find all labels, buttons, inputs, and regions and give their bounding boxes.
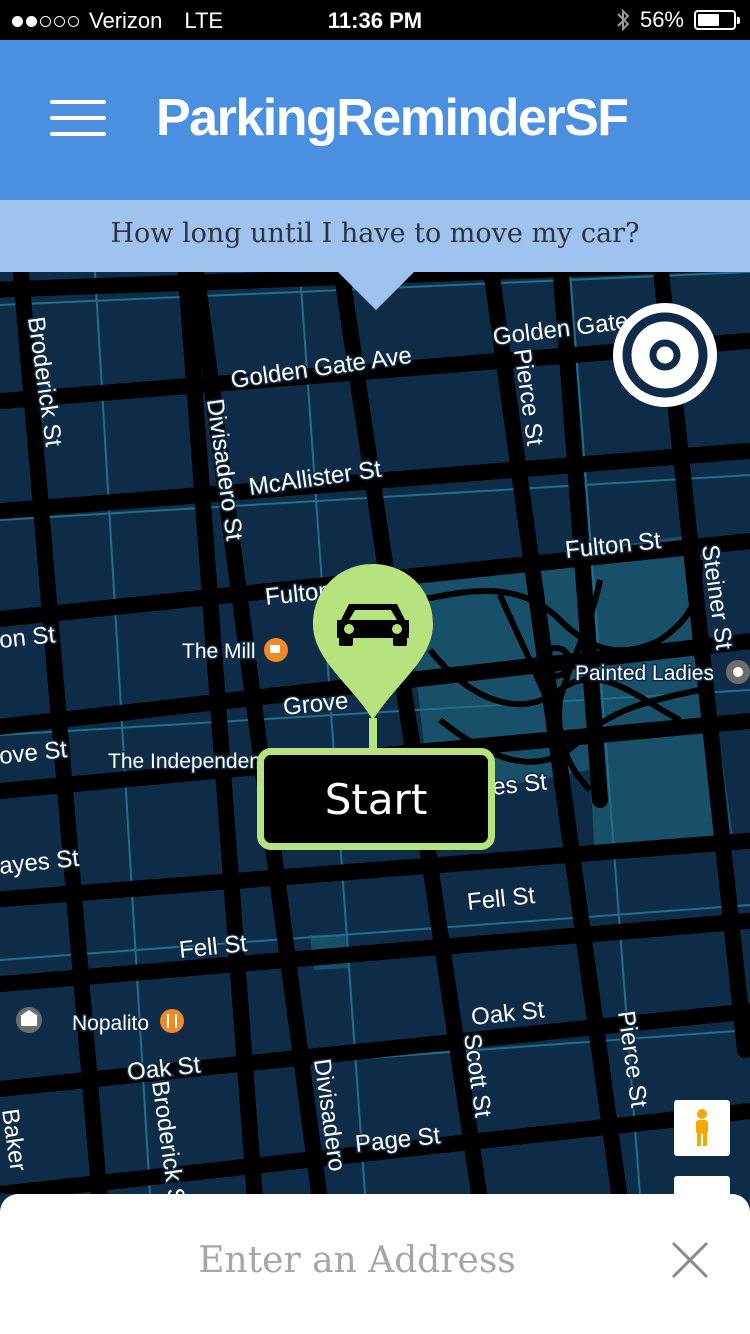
question-text: How long until I have to move my car?: [110, 218, 640, 249]
place-label: Nopalito: [72, 1012, 149, 1035]
start-button[interactable]: Start: [257, 748, 495, 850]
place-label: The Mill: [182, 640, 256, 663]
hamburger-menu-icon[interactable]: [50, 100, 106, 136]
battery-icon: [694, 10, 740, 30]
place-label: Painted Ladies: [575, 662, 714, 685]
app-title: ParkingReminderSF: [156, 89, 629, 147]
camera-icon[interactable]: [726, 660, 750, 684]
address-input[interactable]: [40, 1224, 674, 1296]
place-label: The Independen: [108, 750, 261, 773]
address-bar: [0, 1194, 750, 1334]
car-location-pin[interactable]: [311, 562, 435, 748]
street-label: es St: [491, 768, 549, 801]
target-icon[interactable]: [612, 302, 718, 408]
pegman-icon[interactable]: [674, 1100, 730, 1156]
status-bar: Verizon LTE 11:36 PM 56%: [0, 0, 750, 40]
museum-icon[interactable]: [16, 1007, 42, 1033]
battery-percent: 56%: [639, 7, 684, 32]
app-header: ParkingReminderSF: [0, 40, 750, 200]
restaurant-icon[interactable]: [160, 1009, 184, 1033]
banner-pointer: [338, 272, 414, 310]
question-banner: How long until I have to move my car?: [0, 200, 750, 272]
close-icon[interactable]: [670, 1240, 710, 1280]
cafe-icon[interactable]: [264, 638, 288, 662]
bluetooth-icon: [617, 8, 630, 32]
